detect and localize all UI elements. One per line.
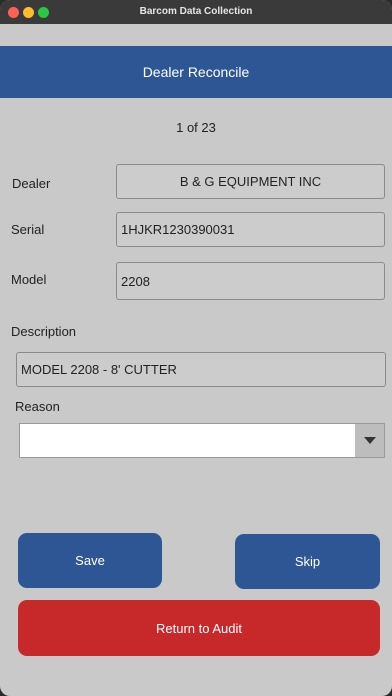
model-label: Model <box>11 272 47 287</box>
dealer-field[interactable]: B & G EQUIPMENT INC <box>116 164 385 199</box>
dealer-label: Dealer <box>12 176 51 191</box>
dealer-value: B & G EQUIPMENT INC <box>179 174 322 189</box>
model-field[interactable]: 2208 <box>116 262 385 300</box>
save-button[interactable]: Save <box>18 533 162 588</box>
page-header: Dealer Reconcile <box>0 46 392 98</box>
record-counter: 1 of 23 <box>176 120 216 135</box>
window-title: Barcom Data Collection <box>139 6 253 17</box>
app-window: Barcom Data Collection Dealer Reconcile … <box>0 0 392 696</box>
title-bar: Barcom Data Collection <box>0 0 392 24</box>
serial-field[interactable]: 1HJKR1230390031 <box>116 212 385 247</box>
description-field[interactable]: MODEL 2208 - 8' CUTTER <box>16 352 386 387</box>
chevron-down-icon <box>363 437 376 444</box>
serial-label: Serial <box>11 222 45 237</box>
serial-value: 1HJKR1230390031 <box>121 222 235 237</box>
return-to-audit-button[interactable]: Return to Audit <box>18 600 380 656</box>
skip-button[interactable]: Skip <box>235 534 380 589</box>
description-value: MODEL 2208 - 8' CUTTER <box>21 362 177 377</box>
description-label: Description <box>11 324 77 339</box>
reason-dropdown-button[interactable] <box>355 424 384 457</box>
reason-label: Reason <box>15 399 60 414</box>
model-value: 2208 <box>121 273 150 289</box>
reason-select[interactable] <box>19 423 385 458</box>
page-title: Dealer Reconcile <box>142 64 250 80</box>
